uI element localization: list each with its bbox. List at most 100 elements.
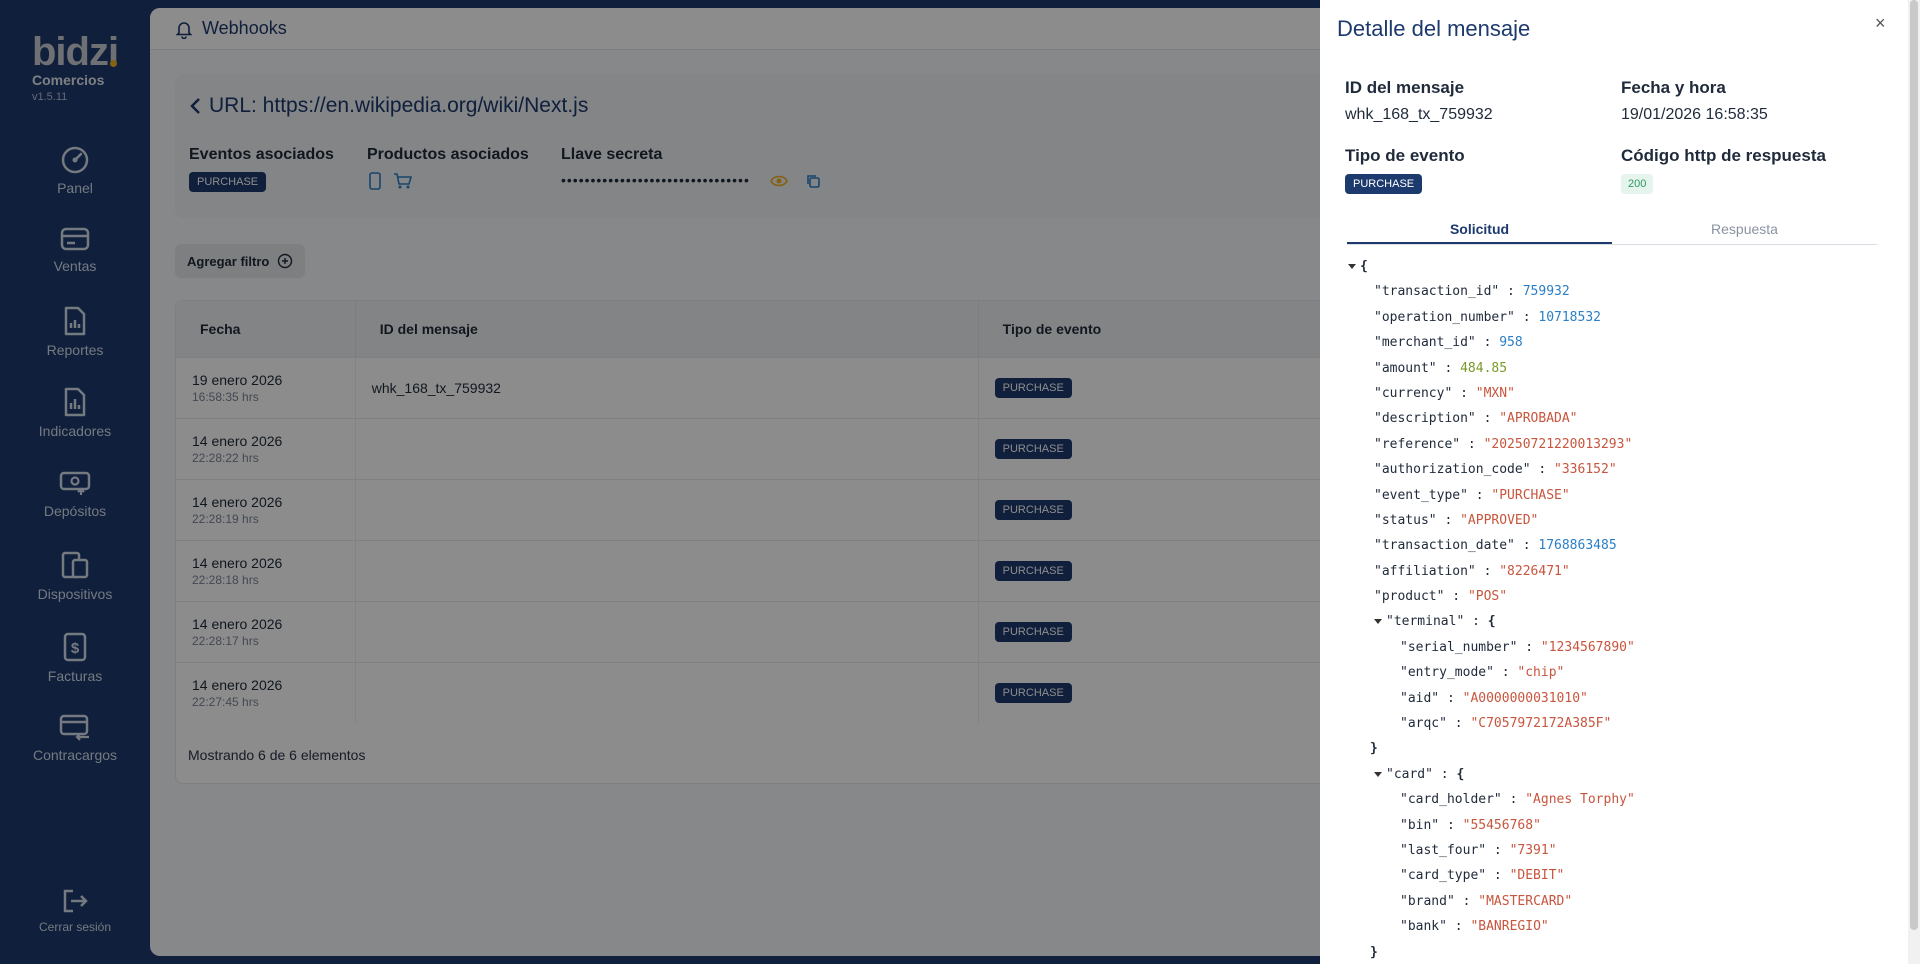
json-line: "description" : "APROBADA" bbox=[1348, 406, 1888, 431]
datetime-field: Fecha y hora 19/01/2026 16:58:35 bbox=[1621, 78, 1768, 124]
json-value: "BANREGIO" bbox=[1470, 919, 1549, 935]
json-key: "status" bbox=[1374, 512, 1437, 528]
scrollbar-thumb[interactable] bbox=[1910, 0, 1918, 930]
json-line: { bbox=[1348, 254, 1888, 279]
json-value: "APPROVED" bbox=[1460, 512, 1539, 528]
json-value: "Agnes Torphy" bbox=[1525, 792, 1635, 808]
message-id-label: ID del mensaje bbox=[1345, 78, 1465, 97]
json-key: "merchant_id" bbox=[1374, 335, 1476, 351]
close-button[interactable]: × bbox=[1875, 13, 1886, 34]
json-colon: : bbox=[1475, 335, 1500, 351]
json-value: 1768863485 bbox=[1538, 538, 1617, 554]
json-colon: : bbox=[1444, 589, 1468, 605]
json-colon: : bbox=[1530, 462, 1555, 478]
json-key: "affiliation" bbox=[1374, 563, 1476, 579]
detail-tabs: Solicitud Respuesta bbox=[1347, 215, 1877, 245]
json-key: "authorization_code" bbox=[1374, 462, 1531, 478]
scrollbar[interactable] bbox=[1908, 0, 1920, 964]
tab-solicitud[interactable]: Solicitud bbox=[1347, 215, 1612, 244]
json-key: "last_four" bbox=[1400, 842, 1487, 858]
caret-down-icon[interactable] bbox=[1374, 771, 1382, 777]
json-line: } bbox=[1348, 736, 1888, 761]
json-colon: : bbox=[1486, 868, 1510, 884]
json-line: "reference" : "20250721220013293" bbox=[1348, 432, 1888, 457]
json-colon: : bbox=[1454, 893, 1479, 909]
json-colon: : bbox=[1439, 817, 1463, 833]
json-colon: : bbox=[1439, 690, 1463, 706]
json-value: "C7057972172A385F" bbox=[1470, 716, 1612, 732]
json-viewer: {"transaction_id" : 759932 "operation_num… bbox=[1348, 254, 1888, 964]
message-id-field: ID del mensaje whk_168_tx_759932 bbox=[1345, 78, 1493, 124]
json-colon: : bbox=[1436, 512, 1461, 528]
json-value: "APROBADA" bbox=[1499, 411, 1578, 427]
json-value: "A0000000031010" bbox=[1462, 690, 1588, 706]
json-colon: : bbox=[1493, 665, 1518, 681]
json-line: "merchant_id" : 958 bbox=[1348, 330, 1888, 355]
json-line: "card_holder" : "Agnes Torphy" bbox=[1348, 787, 1888, 812]
json-brace: { bbox=[1360, 259, 1368, 274]
json-colon: : bbox=[1446, 919, 1471, 935]
json-colon: : bbox=[1514, 309, 1539, 325]
event-type-field: Tipo de evento PURCHASE bbox=[1345, 146, 1465, 194]
json-key: "currency" bbox=[1374, 385, 1453, 401]
json-line: } bbox=[1348, 940, 1888, 964]
json-value: "20250721220013293" bbox=[1483, 436, 1633, 452]
json-line: "entry_mode" : "chip" bbox=[1348, 660, 1888, 685]
json-colon: : bbox=[1514, 538, 1539, 554]
http-code-label: Código http de respuesta bbox=[1621, 146, 1826, 165]
json-line: "card" : { bbox=[1348, 762, 1888, 787]
caret-down-icon[interactable] bbox=[1374, 619, 1382, 625]
json-value: "POS" bbox=[1467, 589, 1508, 605]
json-brace: } bbox=[1370, 944, 1378, 960]
json-colon: : bbox=[1475, 411, 1500, 427]
json-key: "transaction_date" bbox=[1374, 538, 1515, 554]
json-value: 484.85 bbox=[1460, 360, 1508, 376]
json-line: "bin" : "55456768" bbox=[1348, 813, 1888, 838]
json-colon: : bbox=[1446, 716, 1471, 732]
json-brace: } bbox=[1370, 741, 1378, 757]
json-line: "status" : "APPROVED" bbox=[1348, 508, 1888, 533]
json-key: "entry_mode" bbox=[1400, 665, 1494, 681]
json-value: "MXN" bbox=[1475, 385, 1515, 401]
json-value: { bbox=[1487, 614, 1496, 630]
json-key: "description" bbox=[1374, 411, 1476, 427]
json-line: "product" : "POS" bbox=[1348, 584, 1888, 609]
json-value: "MASTERCARD" bbox=[1478, 893, 1573, 909]
json-colon: : bbox=[1432, 766, 1457, 782]
json-line: "terminal" : { bbox=[1348, 609, 1888, 634]
json-value: 759932 bbox=[1522, 284, 1570, 300]
json-value: "PURCHASE" bbox=[1491, 487, 1570, 503]
json-line: "affiliation" : "8226471" bbox=[1348, 559, 1888, 584]
json-line: "amount" : 484.85 bbox=[1348, 356, 1888, 381]
json-key: "operation_number" bbox=[1374, 309, 1515, 325]
json-line: "arqc" : "C7057972172A385F" bbox=[1348, 711, 1888, 736]
json-line: "event_type" : "PURCHASE" bbox=[1348, 483, 1888, 508]
json-value: "DEBIT" bbox=[1509, 868, 1565, 884]
json-value: 958 bbox=[1499, 335, 1523, 351]
drawer-title: Detalle del mensaje bbox=[1337, 16, 1531, 41]
datetime-value: 19/01/2026 16:58:35 bbox=[1621, 106, 1768, 123]
json-key: "bin" bbox=[1400, 817, 1440, 833]
json-colon: : bbox=[1486, 842, 1510, 858]
json-key: "aid" bbox=[1400, 690, 1440, 706]
json-line: "transaction_date" : 1768863485 bbox=[1348, 533, 1888, 558]
json-line: "currency" : "MXN" bbox=[1348, 381, 1888, 406]
json-line: "aid" : "A0000000031010" bbox=[1348, 686, 1888, 711]
json-value: "336152" bbox=[1554, 462, 1617, 478]
http-code-field: Código http de respuesta 200 bbox=[1621, 146, 1826, 194]
tab-respuesta[interactable]: Respuesta bbox=[1612, 215, 1877, 244]
json-line: "brand" : "MASTERCARD" bbox=[1348, 889, 1888, 914]
message-id-value: whk_168_tx_759932 bbox=[1345, 106, 1493, 123]
json-line: "transaction_id" : 759932 bbox=[1348, 279, 1888, 304]
caret-down-icon[interactable] bbox=[1348, 264, 1356, 269]
json-colon: : bbox=[1436, 360, 1461, 376]
json-line: "operation_number" : 10718532 bbox=[1348, 305, 1888, 330]
json-colon: : bbox=[1460, 436, 1484, 452]
json-key: "product" bbox=[1374, 589, 1445, 605]
json-colon: : bbox=[1452, 385, 1476, 401]
json-colon: : bbox=[1501, 792, 1526, 808]
json-colon: : bbox=[1464, 614, 1488, 630]
json-line: "card_type" : "DEBIT" bbox=[1348, 863, 1888, 888]
json-value: "7391" bbox=[1509, 842, 1557, 858]
json-value: "8226471" bbox=[1499, 563, 1570, 579]
